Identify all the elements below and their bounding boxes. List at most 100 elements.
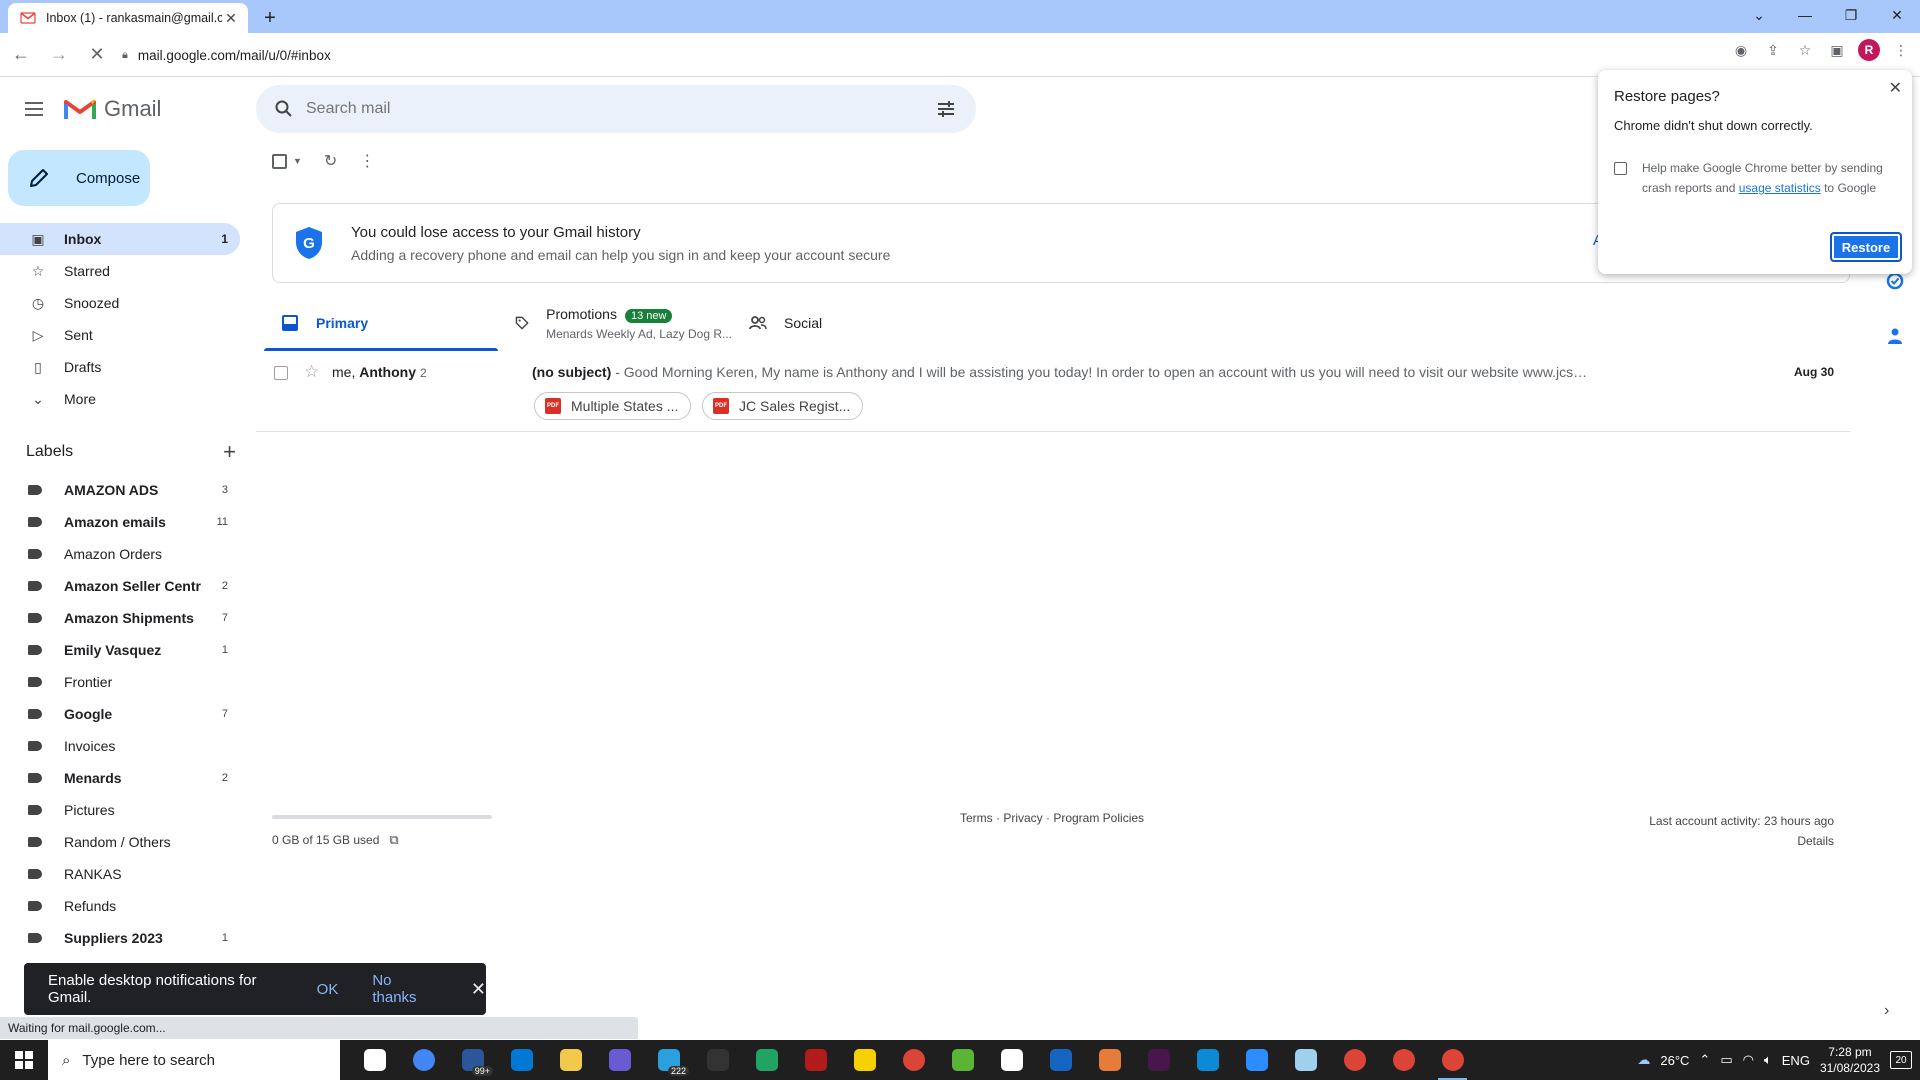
- toast-no-thanks-button[interactable]: No thanks: [372, 972, 437, 1006]
- tab-close-icon[interactable]: ✕: [222, 9, 240, 27]
- profile-avatar[interactable]: R: [1858, 39, 1880, 61]
- taskbar-search[interactable]: ⌕ Type here to search: [48, 1040, 340, 1080]
- tab-promotions[interactable]: Promotions 13 new Menards Weekly Ad, Lazy…: [498, 295, 732, 351]
- wifi-icon[interactable]: ◠: [1743, 1052, 1754, 1068]
- details-link[interactable]: Details: [1649, 831, 1834, 851]
- label-item[interactable]: Refunds: [0, 890, 240, 922]
- taskbar-app-check-app[interactable]: [1085, 1040, 1134, 1080]
- share-icon[interactable]: ⇪: [1762, 39, 1784, 61]
- close-window-button[interactable]: ✕: [1874, 0, 1920, 30]
- restore-button[interactable]: Restore: [1830, 232, 1902, 262]
- chrome-menu-icon[interactable]: ⋮: [1890, 39, 1912, 61]
- bookmark-star-icon[interactable]: ☆: [1794, 39, 1816, 61]
- label-item[interactable]: Amazon emails 11: [0, 506, 240, 538]
- back-button[interactable]: ←: [4, 38, 38, 72]
- label-item[interactable]: RANKAS: [0, 858, 240, 890]
- search-bar[interactable]: [256, 85, 976, 133]
- forward-button[interactable]: →: [42, 38, 76, 72]
- volume-icon[interactable]: 🔈︎: [1764, 1052, 1772, 1068]
- tab-primary[interactable]: Primary: [264, 295, 498, 351]
- search-options-icon[interactable]: [934, 97, 958, 121]
- new-tab-button[interactable]: +: [258, 6, 282, 30]
- taskbar-app-mail[interactable]: 99+: [448, 1040, 497, 1080]
- restore-window-button[interactable]: ❐: [1828, 0, 1874, 30]
- taskbar-app-amazon[interactable]: [693, 1040, 742, 1080]
- taskbar-app-torrent[interactable]: [938, 1040, 987, 1080]
- battery-icon[interactable]: ▭: [1720, 1052, 1732, 1068]
- star-icon[interactable]: ☆: [304, 362, 319, 382]
- compose-button[interactable]: Compose: [8, 150, 150, 206]
- label-item[interactable]: AMAZON ADS 3: [0, 474, 240, 506]
- weather-icon[interactable]: ☁: [1637, 1052, 1650, 1068]
- create-label-icon[interactable]: +: [223, 439, 236, 465]
- address-bar[interactable]: 🔒︎ mail.google.com/mail/u/0/#inbox: [108, 39, 1808, 71]
- taskbar-app-chrome-active[interactable]: [1428, 1040, 1477, 1080]
- search-input[interactable]: [306, 100, 934, 118]
- start-button[interactable]: [0, 1040, 48, 1080]
- main-menu-icon[interactable]: [22, 97, 46, 121]
- label-item[interactable]: Invoices: [0, 730, 240, 762]
- toast-ok-button[interactable]: OK: [317, 981, 339, 998]
- nav-item-inbox[interactable]: ▣ Inbox 1: [0, 223, 240, 255]
- nav-item-more[interactable]: ⌄ More: [0, 383, 240, 415]
- gmail-logo[interactable]: Gmail: [64, 96, 161, 122]
- select-all-checkbox[interactable]: [272, 153, 287, 169]
- show-hidden-icons[interactable]: ⌃: [1699, 1052, 1710, 1068]
- usage-statistics-link[interactable]: usage statistics: [1739, 181, 1821, 195]
- nav-item-drafts[interactable]: ▯ Drafts: [0, 351, 240, 383]
- taskbar-app-file-explorer[interactable]: [546, 1040, 595, 1080]
- clock[interactable]: 7:28 pm 31/08/2023: [1820, 1044, 1880, 1076]
- taskbar-app-task-view[interactable]: [350, 1040, 399, 1080]
- select-dropdown-icon[interactable]: ▼: [293, 156, 302, 166]
- close-icon[interactable]: ✕: [1889, 78, 1902, 98]
- label-item[interactable]: Emily Vasquez 1: [0, 634, 240, 666]
- email-row[interactable]: ☆ me, Anthony 2 (no subject) - Good Morni…: [256, 352, 1850, 432]
- close-icon[interactable]: ✕: [471, 979, 486, 1000]
- taskbar-app-tasks[interactable]: [987, 1040, 1036, 1080]
- nav-item-snoozed[interactable]: ◷ Snoozed: [0, 287, 240, 319]
- tab-social[interactable]: Social: [732, 295, 966, 351]
- label-item[interactable]: Suppliers 2023 1: [0, 922, 240, 954]
- taskbar-app-zoom[interactable]: [1232, 1040, 1281, 1080]
- browser-tab[interactable]: Inbox (1) - rankasmain@gmail.com ✕: [8, 3, 248, 33]
- taskbar-app-chrome-4[interactable]: [1379, 1040, 1428, 1080]
- search-icon[interactable]: [274, 99, 294, 119]
- nav-item-starred[interactable]: ☆ Starred: [0, 255, 240, 287]
- email-checkbox[interactable]: [274, 366, 288, 380]
- taskbar-app-slack[interactable]: [1134, 1040, 1183, 1080]
- chevron-right-icon[interactable]: ›: [1884, 1002, 1889, 1020]
- attachment-chip[interactable]: PDF Multiple States ...: [534, 392, 692, 420]
- taskbar-app-chrome-2[interactable]: [889, 1040, 938, 1080]
- taskbar-app-chrome-3[interactable]: [1330, 1040, 1379, 1080]
- label-item[interactable]: Amazon Seller Centr 2: [0, 570, 240, 602]
- taskbar-app-telegram[interactable]: 222: [644, 1040, 693, 1080]
- taskbar-app-r-app[interactable]: [1036, 1040, 1085, 1080]
- label-item[interactable]: Frontier: [0, 666, 240, 698]
- taskbar-app-drive[interactable]: [742, 1040, 791, 1080]
- crash-report-checkbox[interactable]: [1614, 162, 1627, 175]
- label-item[interactable]: Menards 2: [0, 762, 240, 794]
- taskbar-app-store[interactable]: [497, 1040, 546, 1080]
- refresh-icon[interactable]: ↻: [324, 151, 337, 171]
- weather-temp[interactable]: 26°C: [1660, 1053, 1689, 1068]
- language-indicator[interactable]: ENG: [1782, 1053, 1810, 1068]
- notification-center-icon[interactable]: 20: [1890, 1051, 1912, 1069]
- taskbar-app-edge[interactable]: [1183, 1040, 1232, 1080]
- attachment-chip[interactable]: PDF JC Sales Regist...: [702, 392, 864, 420]
- label-item[interactable]: Amazon Shipments 7: [0, 602, 240, 634]
- footer-links[interactable]: Terms · Privacy · Program Policies: [960, 811, 1144, 825]
- label-item[interactable]: Google 7: [0, 698, 240, 730]
- tasks-icon[interactable]: [1885, 271, 1905, 291]
- label-item[interactable]: Amazon Orders: [0, 538, 240, 570]
- more-options-icon[interactable]: ⋮: [359, 151, 375, 171]
- contacts-icon[interactable]: [1885, 326, 1905, 346]
- open-in-new-icon[interactable]: ⧉: [389, 832, 398, 848]
- site-info-icon[interactable]: 🔒︎: [122, 49, 128, 62]
- label-item[interactable]: Pictures: [0, 794, 240, 826]
- taskbar-app-sticky-notes[interactable]: [840, 1040, 889, 1080]
- label-item[interactable]: Random / Others: [0, 826, 240, 858]
- taskbar-app-app-red[interactable]: [791, 1040, 840, 1080]
- minimize-button[interactable]: —: [1782, 0, 1828, 30]
- nav-item-sent[interactable]: ▷ Sent: [0, 319, 240, 351]
- taskbar-app-notepad[interactable]: [1281, 1040, 1330, 1080]
